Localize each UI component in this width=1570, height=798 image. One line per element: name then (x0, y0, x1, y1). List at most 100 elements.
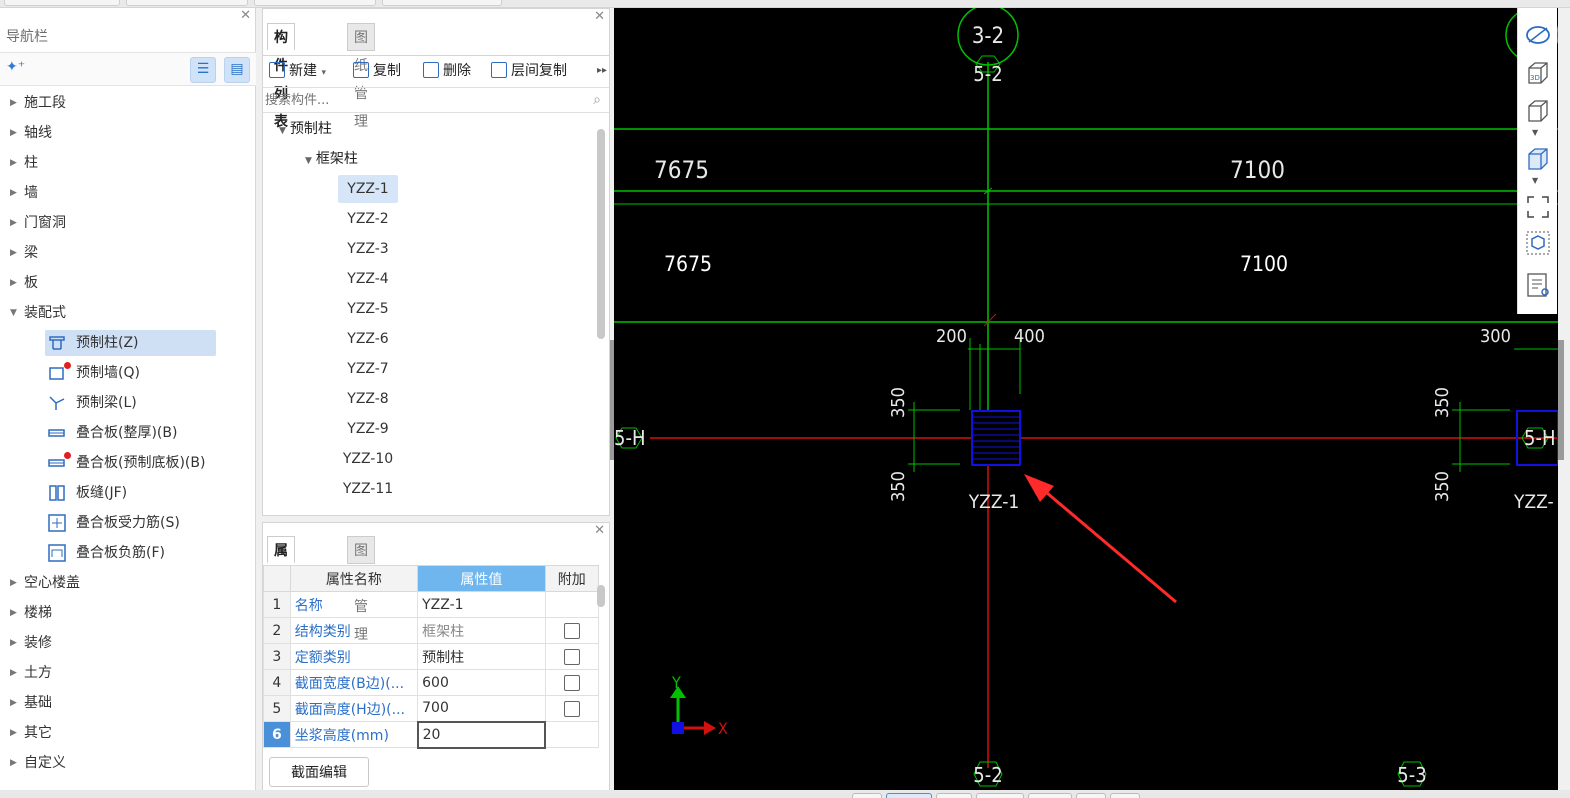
cad-drawing[interactable]: 3-2 5-2 5-H 5-H 5-2 5-3 7675 7100 7675 7… (614, 8, 1558, 790)
expand-arrow-icon[interactable]: ▶ (10, 88, 17, 118)
sub-item-composite-slab[interactable]: 叠合板(整厚)(B) (45, 420, 216, 446)
nav-item-prefab[interactable]: ▼ 装配式 (0, 298, 256, 328)
list-item[interactable]: YZZ-11 (338, 475, 398, 503)
orbit-icon[interactable] (1525, 22, 1551, 48)
top-tab-stub[interactable] (4, 0, 120, 6)
list-item[interactable]: YZZ-6 (338, 325, 398, 353)
nav-item[interactable]: ▶ 基础 (0, 688, 256, 718)
tab-drawing-management[interactable]: 图纸管理 (347, 23, 375, 130)
expand-arrow-icon[interactable]: ▶ (10, 268, 17, 298)
more-icon[interactable]: ▸▸ (597, 61, 607, 81)
table-row[interactable]: 1 名称 YZZ-1 (263, 591, 600, 618)
property-value[interactable]: 700 (417, 695, 546, 722)
bottom-tab-stub[interactable] (976, 793, 1024, 798)
nav-item[interactable]: ▶ 柱 (0, 148, 256, 178)
list-item[interactable]: YZZ-9 (338, 415, 398, 443)
list-item[interactable]: YZZ-4 (338, 265, 398, 293)
table-row[interactable]: 2 结构类别 框架柱 (263, 617, 600, 644)
collapse-arrow-icon[interactable]: ▼ (279, 126, 286, 136)
close-icon[interactable]: ✕ (594, 523, 605, 538)
nav-item[interactable]: ▶ 施工段 (0, 88, 256, 118)
floor-copy-button[interactable]: 层间复制 (491, 61, 567, 81)
sub-item-slab-negative-rebar[interactable]: 叠合板负筋(F) (45, 540, 216, 566)
expand-arrow-icon[interactable]: ▶ (10, 658, 17, 688)
table-row[interactable]: 3 定额类别 预制柱 (263, 643, 600, 670)
property-value[interactable]: 框架柱 (417, 617, 546, 644)
list-item[interactable]: YZZ-8 (338, 385, 398, 413)
search-icon[interactable]: ⌕ (593, 92, 601, 108)
detail-view-icon[interactable]: ▤ (224, 57, 250, 83)
nav-item[interactable]: ▶ 楼梯 (0, 598, 256, 628)
sub-item-prefab-wall[interactable]: 预制墙(Q) (45, 360, 216, 386)
delete-button[interactable]: 删除 (423, 61, 471, 81)
vertical-scrollbar[interactable] (597, 585, 605, 607)
dynamic-view-icon[interactable] (1525, 230, 1551, 256)
vertical-scrollbar[interactable] (597, 129, 605, 339)
nav-item[interactable]: ▶ 墙 (0, 178, 256, 208)
bottom-tab-stub[interactable] (1028, 793, 1072, 798)
bottom-tab-stub[interactable] (936, 793, 972, 798)
list-item[interactable]: YZZ-1 (338, 175, 398, 203)
expand-arrow-icon[interactable]: ▶ (10, 148, 17, 178)
expand-arrow-icon[interactable]: ▶ (10, 118, 17, 148)
section-edit-button[interactable]: 截面编辑 (269, 757, 369, 787)
property-value-input[interactable]: 20 (416, 720, 547, 749)
sub-item-prefab-beam[interactable]: 预制梁(L) (45, 390, 216, 416)
chevron-down-icon[interactable]: ▼ (1532, 176, 1538, 185)
list-item[interactable]: YZZ-2 (338, 205, 398, 233)
nav-item[interactable]: ▶ 门窗洞 (0, 208, 256, 238)
sub-item-slab-joint[interactable]: 板缝(JF) (45, 480, 216, 506)
top-tab-stub[interactable] (254, 0, 376, 6)
nav-item[interactable]: ▶ 土方 (0, 658, 256, 688)
nav-item[interactable]: ▶ 自定义 (0, 748, 256, 778)
bottom-tab-stub[interactable] (886, 793, 932, 798)
nav-item[interactable]: ▶ 其它 (0, 718, 256, 748)
tab-layer-management[interactable]: 图层管理 (347, 536, 375, 643)
extra-checkbox[interactable] (563, 648, 580, 665)
sub-item-slab-rebar[interactable]: 叠合板受力筋(S) (45, 510, 216, 536)
top-tab-stub[interactable] (382, 0, 502, 6)
extra-checkbox[interactable] (563, 674, 580, 691)
expand-arrow-icon[interactable]: ▶ (10, 718, 17, 748)
chevron-down-icon[interactable]: ▼ (1532, 128, 1538, 137)
expand-arrow-icon[interactable]: ▶ (10, 178, 17, 208)
close-icon[interactable]: ✕ (594, 9, 605, 24)
list-item[interactable]: YZZ-10 (338, 445, 398, 473)
sub-item-composite-slab-precast[interactable]: 叠合板(预制底板)(B) (45, 450, 216, 476)
expand-arrow-icon[interactable]: ▶ (10, 568, 17, 598)
table-row-selected[interactable]: 6 坐浆高度(mm) 20 (263, 720, 600, 749)
close-icon[interactable]: ✕ (240, 8, 251, 23)
splitter-handle[interactable] (1558, 340, 1564, 460)
search-input[interactable] (265, 90, 585, 110)
tab-property-list[interactable]: 属性列表 (267, 536, 295, 643)
nav-item[interactable]: ▶ 梁 (0, 238, 256, 268)
expand-arrow-icon[interactable]: ▶ (10, 238, 17, 268)
list-item[interactable]: YZZ-5 (338, 295, 398, 323)
bottom-tab-stub[interactable] (1110, 793, 1140, 798)
nav-item[interactable]: ▶ 装修 (0, 628, 256, 658)
precast-column-yzz1[interactable] (971, 410, 1021, 466)
nav-item[interactable]: ▶ 板 (0, 268, 256, 298)
table-row[interactable]: 5 截面高度(H边)(... 700 (263, 695, 600, 722)
expand-arrow-icon[interactable]: ▶ (10, 688, 17, 718)
tab-component-list[interactable]: 构件列表 (267, 23, 295, 130)
drawing-canvas[interactable]: 3-2 5-2 5-H 5-H 5-2 5-3 7675 7100 7675 7… (614, 8, 1558, 790)
nav-item[interactable]: ▶ 轴线 (0, 118, 256, 148)
property-value[interactable]: 预制柱 (417, 643, 546, 670)
nav-item[interactable]: ▶ 空心楼盖 (0, 568, 256, 598)
property-value-header[interactable]: 属性值 (417, 565, 546, 592)
extra-checkbox[interactable] (563, 700, 580, 717)
list-item[interactable]: YZZ-7 (338, 355, 398, 383)
expand-arrow-icon[interactable]: ▶ (10, 748, 17, 778)
new-button[interactable]: 新建 ▾ (269, 61, 326, 81)
add-sparkle-icon[interactable]: ✦⁺ (6, 59, 25, 75)
copy-button[interactable]: 复制 (353, 61, 401, 81)
sub-item-prefab-column[interactable]: 预制柱(Z) (45, 330, 216, 356)
bottom-tab-stub[interactable] (852, 793, 882, 798)
expand-arrow-icon[interactable]: ▶ (10, 208, 17, 238)
list-view-icon[interactable]: ☰ (190, 57, 216, 83)
3d-view-icon[interactable]: 3D (1525, 60, 1551, 86)
solid-cube-icon[interactable] (1525, 146, 1551, 172)
property-value[interactable]: YZZ-1 (417, 591, 546, 618)
dropdown-caret-icon[interactable]: ▾ (321, 68, 326, 78)
